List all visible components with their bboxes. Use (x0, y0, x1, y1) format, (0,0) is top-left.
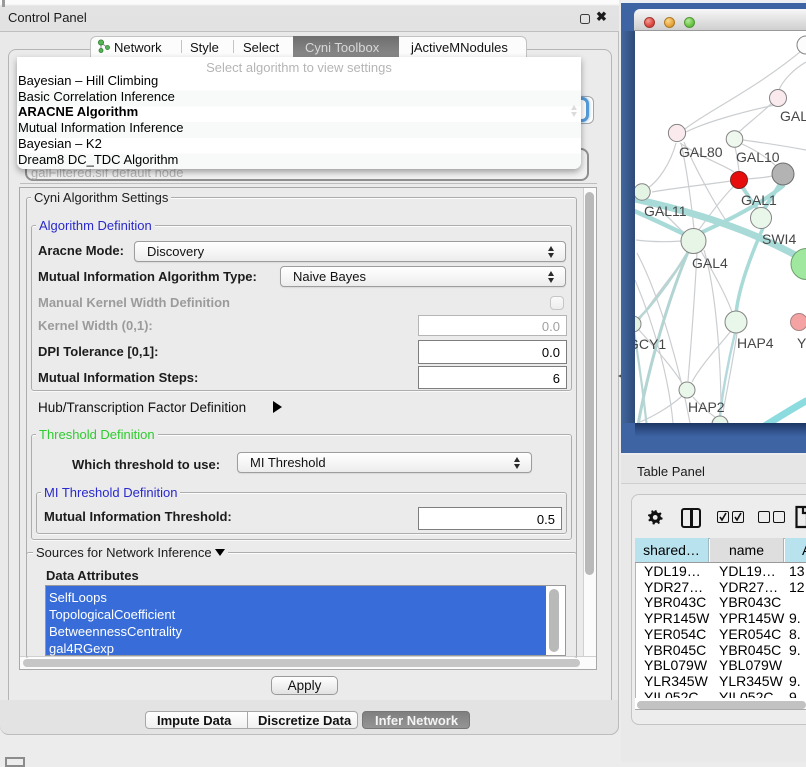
svg-text:GAL10: GAL10 (736, 149, 780, 165)
svg-text:HAP2: HAP2 (688, 399, 725, 415)
svg-text:HAP4: HAP4 (737, 335, 774, 351)
svg-text:GAL4: GAL4 (692, 255, 728, 271)
svg-text:GAL1: GAL1 (741, 192, 777, 208)
svg-text:GAL7: GAL7 (780, 108, 806, 124)
svg-text:GAL80: GAL80 (679, 144, 723, 160)
svg-text:Y: Y (797, 335, 806, 351)
svg-text:SWI4: SWI4 (762, 231, 796, 247)
svg-text:GAL11: GAL11 (644, 203, 687, 219)
svg-text:GCY1: GCY1 (635, 336, 666, 352)
